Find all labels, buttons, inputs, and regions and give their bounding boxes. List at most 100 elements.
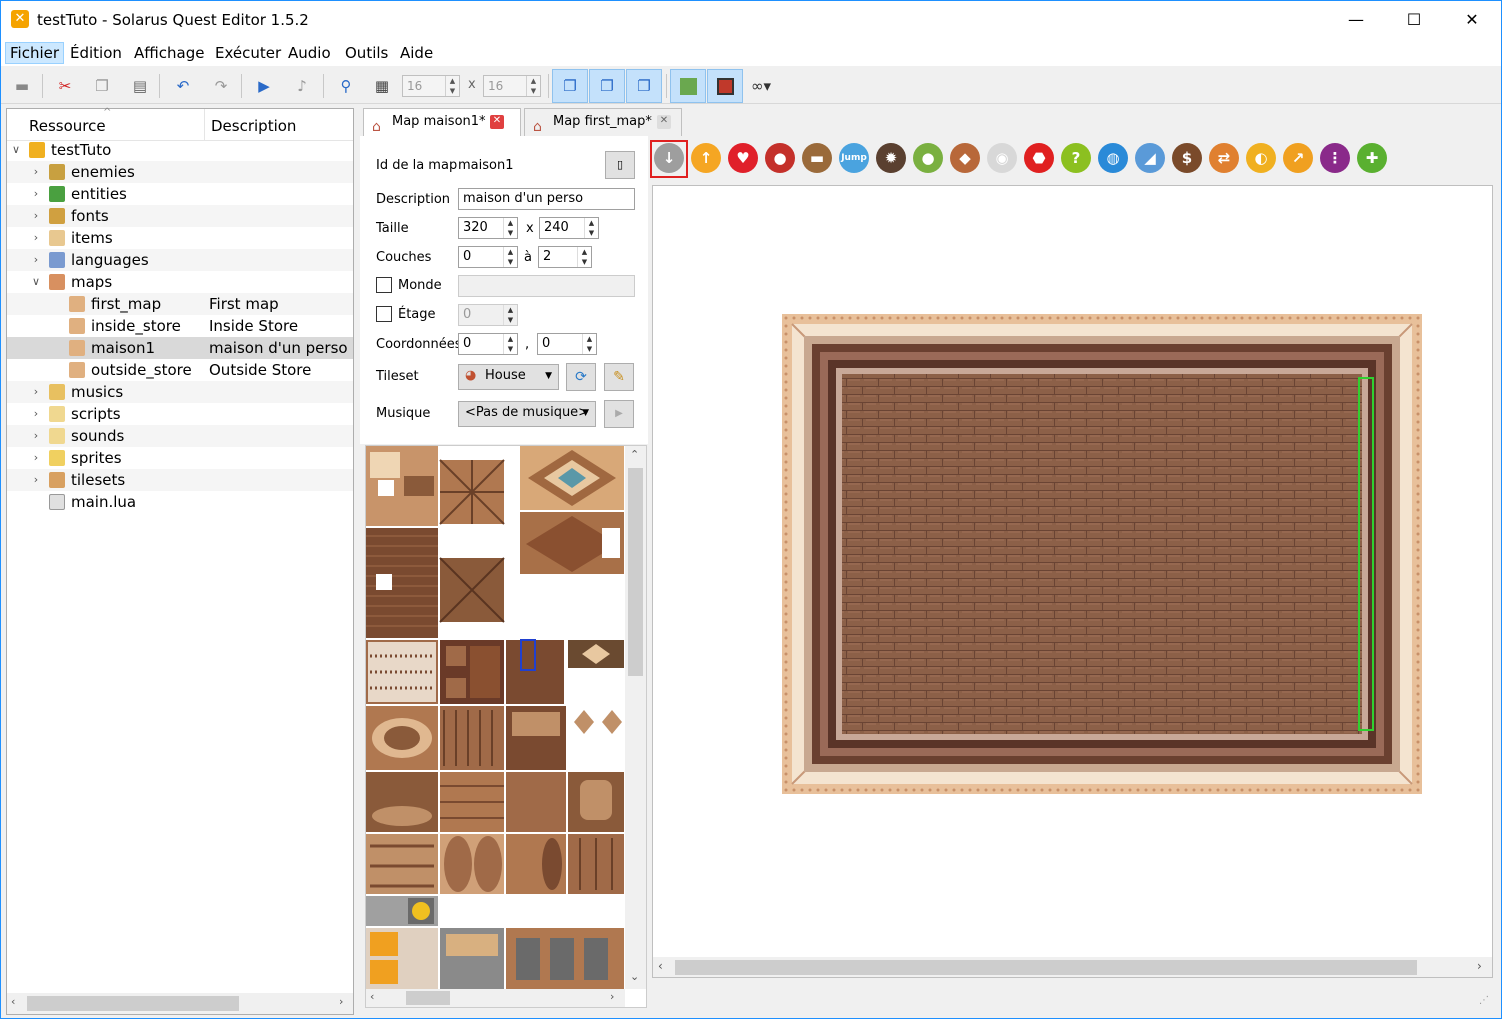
- scroll-thumb[interactable]: [628, 468, 643, 676]
- layer-1-toggle[interactable]: ❐: [589, 69, 625, 103]
- spin-arrows-icon[interactable]: ▲ ▼: [503, 305, 517, 325]
- menu-outils[interactable]: Outils: [341, 42, 392, 64]
- size-height-spinbox[interactable]: 240 ▲ ▼: [539, 217, 599, 239]
- show-traversable-toggle[interactable]: [670, 69, 706, 103]
- refresh-tileset-button[interactable]: ⟳: [566, 363, 596, 391]
- maximize-button[interactable]: ☐: [1385, 1, 1443, 39]
- tab-close-icon[interactable]: ✕: [490, 115, 504, 129]
- tree-item-enemies[interactable]: › enemies: [7, 161, 353, 183]
- cut-icon[interactable]: ✂: [52, 73, 78, 99]
- undo-icon[interactable]: ↶: [170, 73, 196, 99]
- grid-height-spinbox[interactable]: 16 ▲ ▼: [483, 75, 541, 97]
- copy-icon[interactable]: ❐: [89, 73, 115, 99]
- destination-icon[interactable]: ↓: [654, 143, 684, 173]
- show-obstacle-toggle[interactable]: [707, 69, 743, 103]
- menu-fichier[interactable]: Fichier: [5, 42, 65, 64]
- tree-root[interactable]: ∨ testTuto: [7, 139, 353, 161]
- map-horizontal-scrollbar[interactable]: ‹ ›: [653, 957, 1492, 977]
- tab-map-maison1[interactable]: ⌂ Map maison1* ✕: [363, 108, 521, 137]
- menu-audio[interactable]: Audio: [284, 42, 335, 64]
- scroll-left-icon[interactable]: ‹: [658, 959, 663, 973]
- world-checkbox[interactable]: [376, 277, 392, 293]
- shop-treasure-icon[interactable]: $: [1172, 143, 1202, 173]
- spin-arrows-icon[interactable]: ▲ ▼: [445, 76, 459, 96]
- expand-icon[interactable]: ›: [29, 469, 43, 491]
- chest-icon[interactable]: ▬: [802, 143, 832, 173]
- resize-grip-icon[interactable]: ⋰: [1479, 995, 1489, 1006]
- tree-item-fonts[interactable]: › fonts: [7, 205, 353, 227]
- description-field[interactable]: maison d'un perso: [458, 188, 635, 210]
- scroll-right-icon[interactable]: ›: [339, 995, 343, 1008]
- teletransporter-icon[interactable]: ↑: [691, 143, 721, 173]
- expand-icon[interactable]: ›: [29, 425, 43, 447]
- scroll-up-icon[interactable]: ⌃: [630, 448, 639, 461]
- layer-0-toggle[interactable]: ❐: [552, 69, 588, 103]
- separator-icon[interactable]: ⋮: [1320, 143, 1350, 173]
- menu-affichage[interactable]: Affichage: [130, 42, 208, 64]
- scroll-right-icon[interactable]: ›: [610, 990, 614, 1003]
- scroll-thumb[interactable]: [675, 960, 1417, 975]
- custom-entity-icon[interactable]: ✚: [1357, 143, 1387, 173]
- spin-arrows-icon[interactable]: ▲ ▼: [503, 334, 517, 354]
- column-description[interactable]: Description: [211, 117, 296, 135]
- tree-item-tilesets[interactable]: › tilesets: [7, 469, 353, 491]
- tileset-image[interactable]: [366, 446, 625, 989]
- tileset-select[interactable]: ◕ House ▼: [458, 364, 559, 390]
- coord-y-spinbox[interactable]: 0 ▲ ▼: [537, 333, 597, 355]
- tab-close-icon[interactable]: ✕: [657, 115, 671, 129]
- scroll-thumb[interactable]: [406, 991, 450, 1005]
- tab-map-first-map[interactable]: ⌂ Map first_map* ✕: [524, 108, 682, 136]
- expand-icon[interactable]: ›: [29, 403, 43, 425]
- zoom-icon[interactable]: ⚲: [333, 73, 359, 99]
- wall-icon[interactable]: ⬣: [1024, 143, 1054, 173]
- minimize-button[interactable]: —: [1327, 1, 1385, 39]
- jumper-icon[interactable]: Jump: [839, 143, 869, 173]
- map-view[interactable]: ‹ ›: [652, 185, 1493, 978]
- enemy-icon[interactable]: ✹: [876, 143, 906, 173]
- tree-item-main-lua[interactable]: main.lua: [7, 491, 353, 513]
- coord-x-spinbox[interactable]: 0 ▲ ▼: [458, 333, 518, 355]
- expand-icon[interactable]: ›: [29, 249, 43, 271]
- scroll-left-icon[interactable]: ‹: [11, 995, 15, 1008]
- expand-icon[interactable]: ›: [29, 161, 43, 183]
- tileset-horizontal-scrollbar[interactable]: ‹ ›: [366, 989, 625, 1007]
- tree-item-musics[interactable]: › musics: [7, 381, 353, 403]
- size-width-spinbox[interactable]: 320 ▲ ▼: [458, 217, 518, 239]
- scroll-right-icon[interactable]: ›: [1477, 959, 1482, 973]
- expand-icon[interactable]: ›: [29, 227, 43, 249]
- tree-horizontal-scrollbar[interactable]: ‹ ›: [7, 993, 353, 1014]
- spin-arrows-icon[interactable]: ▲ ▼: [503, 247, 517, 267]
- spin-arrows-icon[interactable]: ▲ ▼: [584, 218, 598, 238]
- run-icon[interactable]: ▶: [251, 73, 277, 99]
- tree-item-sprites[interactable]: › sprites: [7, 447, 353, 469]
- tree-item-inside-store[interactable]: inside_store Inside Store: [7, 315, 353, 337]
- stairs-icon[interactable]: ↗: [1283, 143, 1313, 173]
- crystal-block-icon[interactable]: ◢: [1135, 143, 1165, 173]
- tileset-view[interactable]: ⌃ ⌄ ‹ ›: [365, 445, 647, 1008]
- tree-item-first-map[interactable]: first_map First map: [7, 293, 353, 315]
- scroll-left-icon[interactable]: ‹: [370, 990, 374, 1003]
- music-icon[interactable]: ♪: [289, 73, 315, 99]
- tileset-vertical-scrollbar[interactable]: ⌃ ⌄: [625, 446, 646, 989]
- scroll-down-icon[interactable]: ⌄: [630, 970, 639, 983]
- expand-icon[interactable]: ›: [29, 381, 43, 403]
- open-map-script-button[interactable]: ▯: [605, 151, 635, 179]
- scroll-thumb[interactable]: [27, 996, 239, 1011]
- grid-width-spinbox[interactable]: 16 ▲ ▼: [402, 75, 460, 97]
- tree-item-items[interactable]: › items: [7, 227, 353, 249]
- expand-icon[interactable]: ›: [29, 183, 43, 205]
- spin-arrows-icon[interactable]: ▲ ▼: [503, 218, 517, 238]
- door-icon[interactable]: ◐: [1246, 143, 1276, 173]
- tree-item-outside-store[interactable]: outside_store Outside Store: [7, 359, 353, 381]
- pickable-icon[interactable]: ♥: [728, 143, 758, 173]
- crystal-icon[interactable]: ◍: [1098, 143, 1128, 173]
- npc-icon[interactable]: ●: [913, 143, 943, 173]
- spin-arrows-icon[interactable]: ▲ ▼: [582, 334, 596, 354]
- world-field[interactable]: [458, 275, 635, 297]
- play-music-button[interactable]: ▶: [604, 400, 634, 428]
- sensor-icon[interactable]: ?: [1061, 143, 1091, 173]
- close-button[interactable]: ✕: [1443, 1, 1501, 39]
- spin-arrows-icon[interactable]: ▲ ▼: [526, 76, 540, 96]
- music-select[interactable]: <Pas de musique> ▼: [458, 401, 596, 427]
- layer-2-toggle[interactable]: ❐: [626, 69, 662, 103]
